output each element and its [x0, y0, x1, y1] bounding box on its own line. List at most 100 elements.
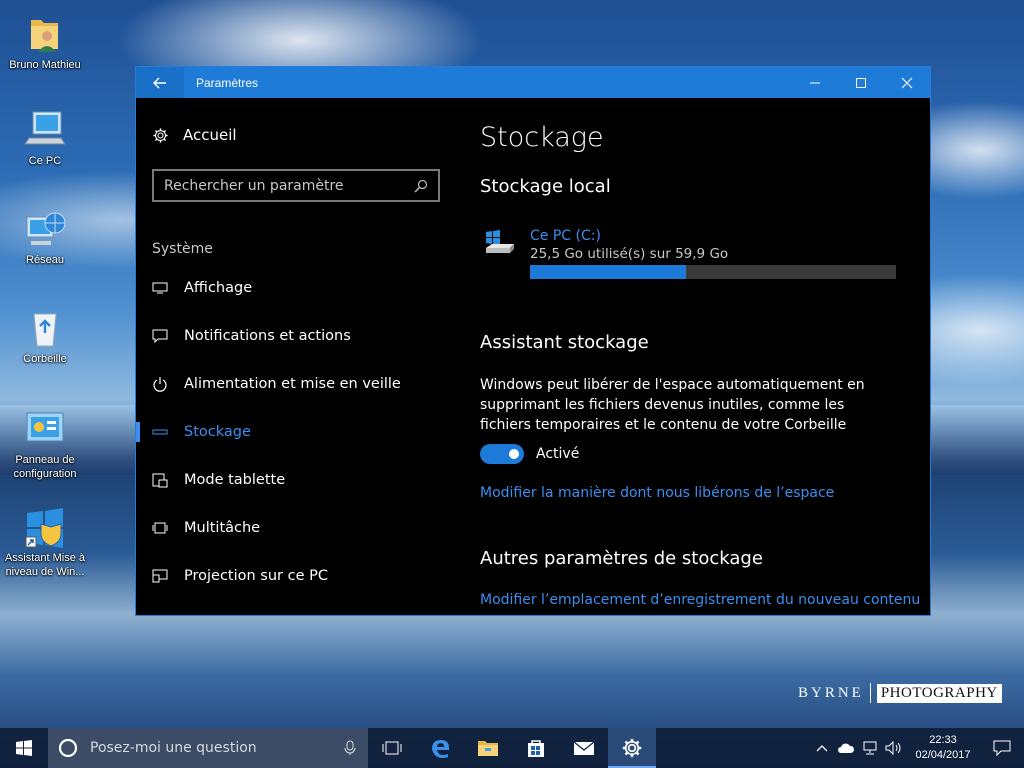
network-tray-icon [863, 741, 877, 755]
storage-icon [152, 424, 168, 440]
action-center-button[interactable] [980, 728, 1024, 768]
close-button[interactable] [884, 67, 930, 98]
clock-time: 22:33 [929, 734, 957, 746]
storage-sense-toggle[interactable] [480, 444, 524, 464]
desktop-icon-label: Assistant Mise à niveau de Win... [4, 552, 86, 578]
recycle-bin-icon [23, 306, 67, 350]
system-tray: 22:33 02/04/2017 [810, 728, 1024, 768]
windows-drive-icon [486, 230, 514, 253]
multitask-icon [152, 520, 168, 536]
desktop-icon-label: Panneau de configuration [13, 454, 77, 480]
storage-sense-heading: Assistant stockage [480, 332, 649, 353]
chevron-up-icon [816, 745, 828, 752]
microphone-icon[interactable] [344, 740, 356, 756]
drive-name: Ce PC (C:) [530, 228, 601, 244]
show-hidden-icons-button[interactable] [810, 728, 834, 768]
desktop-icon-this-pc[interactable]: Ce PC [0, 108, 90, 168]
task-view-button[interactable] [368, 728, 416, 768]
cortana-circle-icon [58, 738, 78, 758]
cortana-placeholder: Posez-moi une question [90, 740, 257, 756]
sidebar-item-storage[interactable]: Stockage [136, 412, 456, 452]
taskbar: Posez-moi une question 22:33 02/04/2017 [0, 728, 1024, 768]
settings-taskbar-button[interactable] [608, 728, 656, 768]
network-icon [23, 207, 67, 251]
computer-icon [23, 108, 67, 152]
file-explorer-icon [478, 741, 498, 756]
edge-icon [432, 740, 449, 758]
task-view-icon [382, 741, 402, 755]
watermark-left: BYRNE [798, 684, 864, 701]
windows-logo-icon [16, 740, 32, 756]
other-storage-settings-heading: Autres paramètres de stockage [480, 548, 763, 569]
sidebar-item-label: Stockage [184, 424, 251, 440]
sidebar-item-label: Alimentation et mise en veille [184, 376, 401, 392]
sidebar-item-label: Affichage [184, 280, 253, 296]
minimize-button[interactable] [792, 67, 838, 98]
sidebar-item-power[interactable]: Alimentation et mise en veille [136, 364, 456, 404]
change-save-location-link[interactable]: Modifier l’emplacement d’enregistrement … [480, 592, 920, 608]
back-button[interactable] [136, 67, 184, 98]
store-icon [528, 740, 544, 757]
desktop-icon-recycle-bin[interactable]: Corbeille [0, 306, 90, 366]
desktop-icon-label: Corbeille [23, 353, 67, 365]
home-label: Accueil [183, 126, 237, 144]
network-tray-button[interactable] [858, 728, 882, 768]
speaker-icon [885, 741, 901, 755]
desktop-icon-control-panel[interactable]: Panneau de configuration [0, 407, 90, 481]
change-how-we-free-space-link[interactable]: Modifier la manière dont nous libérons d… [480, 485, 834, 501]
projection-icon [152, 568, 168, 584]
user-folder-icon [23, 12, 67, 56]
control-panel-icon [23, 407, 67, 451]
onedrive-button[interactable] [834, 728, 858, 768]
minimize-icon [810, 82, 820, 83]
sidebar-item-notifications[interactable]: Notifications et actions [136, 316, 456, 356]
sidebar-item-multitasking[interactable]: Multitâche [136, 508, 456, 548]
desktop-icon-user-folder[interactable]: Bruno Mathieu [0, 12, 90, 72]
sidebar-item-projection[interactable]: Projection sur ce PC [136, 556, 456, 596]
file-explorer-button[interactable] [464, 728, 512, 768]
desktop-icon-label: Bruno Mathieu [9, 59, 81, 71]
sidebar-item-display[interactable]: Affichage [136, 268, 456, 308]
sidebar-item-label: Projection sur ce PC [184, 568, 328, 584]
drive-c-item[interactable]: Ce PC (C:) 25,5 Go utilisé(s) sur 59,9 G… [484, 228, 896, 279]
start-button[interactable] [0, 728, 48, 768]
volume-button[interactable] [882, 728, 906, 768]
settings-sidebar: Accueil Rechercher un paramètre Système … [136, 98, 456, 615]
drive-usage-bar-fill [530, 265, 686, 279]
desktop-icon-label: Ce PC [28, 155, 62, 167]
mail-icon [573, 741, 595, 755]
settings-icon [622, 738, 642, 758]
sidebar-item-tablet-mode[interactable]: Mode tablette [136, 460, 456, 500]
search-placeholder: Rechercher un paramètre [164, 177, 344, 194]
watermark-divider [869, 683, 871, 703]
desktop-icon-network[interactable]: Réseau [0, 207, 90, 267]
settings-window: Paramètres Accueil Rechercher un paramèt… [135, 66, 931, 616]
drive-usage-text: 25,5 Go utilisé(s) sur 59,9 Go [530, 246, 729, 262]
title-bar: Paramètres [136, 67, 930, 98]
windows-upgrade-shield-icon [23, 505, 67, 549]
desktop-icon-label: Réseau [26, 254, 64, 266]
cortana-search-box[interactable]: Posez-moi une question [48, 728, 368, 768]
page-title: Stockage [480, 122, 604, 153]
window-title: Paramètres [196, 75, 259, 90]
clock-date: 02/04/2017 [915, 749, 971, 761]
sidebar-item-label: Multitâche [184, 520, 261, 536]
settings-search-input[interactable]: Rechercher un paramètre [152, 169, 440, 202]
watermark-right: PHOTOGRAPHY [876, 683, 1002, 703]
speech-bubble-icon [152, 328, 168, 344]
desktop-icon-upgrade-assistant[interactable]: Assistant Mise à niveau de Win... [0, 505, 90, 579]
power-icon [152, 376, 168, 392]
mail-button[interactable] [560, 728, 608, 768]
clock[interactable]: 22:33 02/04/2017 [906, 733, 980, 763]
search-icon [414, 179, 428, 192]
storage-sense-toggle-row: Activé [480, 444, 579, 464]
storage-page: Stockage Stockage local Ce PC (C:) 25,5 … [480, 98, 930, 615]
home-link[interactable]: Accueil [152, 126, 237, 144]
maximize-button[interactable] [838, 67, 884, 98]
storage-sense-description: Windows peut libérer de l'espace automat… [480, 377, 865, 433]
toggle-state-label: Activé [536, 446, 580, 462]
store-button[interactable] [512, 728, 560, 768]
monitor-icon [152, 280, 168, 296]
section-label-system: Système [152, 241, 213, 257]
edge-button[interactable] [416, 728, 464, 768]
